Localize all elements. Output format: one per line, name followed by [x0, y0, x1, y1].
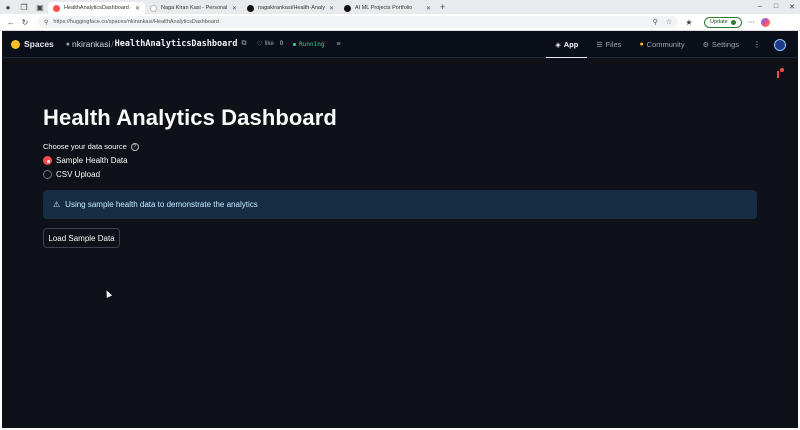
avatar[interactable]: [774, 38, 786, 51]
update-label: Update: [710, 19, 728, 25]
copy-icon[interactable]: ⧉: [242, 40, 247, 48]
page-favicon-icon: [150, 4, 157, 12]
radio-option-sample[interactable]: Sample Health Data: [43, 156, 128, 165]
tab-files[interactable]: ☰ Files: [587, 31, 630, 58]
close-icon[interactable]: ✕: [329, 5, 334, 12]
close-icon[interactable]: ✕: [426, 5, 431, 12]
close-icon[interactable]: ✕: [232, 5, 237, 12]
tab-app[interactable]: ◈ App: [546, 31, 588, 58]
profile-icon[interactable]: ●: [0, 0, 16, 14]
tab-label: Naga Kiran Kasi - Personal Portfo: [161, 5, 228, 11]
tab-label: nagakirankasi/Health-Analytics-D: [258, 5, 325, 11]
gear-icon: ⚙: [702, 41, 709, 49]
page-title: Health Analytics Dashboard: [43, 105, 337, 130]
radio-selected-icon[interactable]: [43, 156, 52, 165]
owner-link[interactable]: nkirankasi: [72, 39, 110, 49]
tab-label: Files: [605, 40, 622, 49]
spaces-logo[interactable]: Spaces: [11, 39, 54, 49]
streamlit-favicon-icon: [53, 4, 60, 12]
data-source-label: Choose your data source ?: [43, 142, 139, 151]
logs-icon[interactable]: ≡: [336, 41, 340, 48]
radio-label: Sample Health Data: [56, 156, 128, 165]
warning-icon: ⚠: [53, 200, 61, 209]
browser-tab-0[interactable]: HealthAnalyticsDashboard - ✕: [48, 2, 145, 14]
user-icon: ●: [65, 40, 71, 48]
browser-address-bar: ← ↻ ⚲ https://huggingface.co/spaces/nkir…: [0, 14, 800, 31]
status-label: Running: [299, 40, 325, 48]
huggingface-logo-icon: [11, 39, 20, 49]
mouse-cursor-icon: [103, 289, 113, 298]
close-window-icon[interactable]: ✕: [784, 3, 800, 11]
window-controls: – □ ✕: [752, 3, 800, 11]
tab-community[interactable]: ● Community: [630, 31, 693, 58]
lock-icon: ⚲: [44, 19, 49, 26]
minimize-icon[interactable]: –: [752, 3, 768, 11]
like-button[interactable]: ♡ like 0: [257, 40, 284, 48]
app-icon: ◈: [555, 41, 561, 49]
update-button[interactable]: Update: [704, 16, 742, 28]
browser-tab-2[interactable]: nagakirankasi/Health-Analytics-D ✕: [242, 2, 339, 14]
url-text: https://huggingface.co/spaces/nkirankasi…: [53, 19, 219, 25]
brand-label: Spaces: [24, 39, 54, 49]
files-icon: ☰: [596, 41, 603, 49]
github-favicon-icon: [247, 4, 254, 12]
info-message: Using sample health data to demonstrate …: [65, 200, 258, 209]
zoom-icon[interactable]: ⚲: [653, 18, 658, 26]
github-favicon-icon: [344, 4, 351, 12]
status-badge: Running: [293, 41, 324, 48]
space-nav: ◈ App ☰ Files ● Community ⚙ Settings ⋮: [546, 31, 798, 58]
info-alert: ⚠ Using sample health data to demonstrat…: [43, 190, 757, 219]
data-source-text: Choose your data source: [43, 142, 127, 151]
running-dot-icon: [293, 42, 297, 46]
refresh-icon[interactable]: ↻: [18, 18, 32, 27]
tab-label: AI ML Projects Portfolio: [355, 5, 413, 11]
collections-icon[interactable]: ❒: [16, 0, 32, 14]
spaces-header: Spaces ● nkirankasi / HealthAnalyticsDas…: [2, 31, 798, 58]
more-options-icon[interactable]: ⋮: [752, 40, 762, 49]
repo-name-link[interactable]: HealthAnalyticsDashboard: [115, 39, 238, 49]
like-count: 0: [279, 41, 284, 47]
favorite-star-icon[interactable]: ☆: [666, 18, 672, 26]
copilot-icon[interactable]: [760, 17, 770, 27]
new-tab-icon[interactable]: +: [440, 2, 445, 12]
heart-icon: ♡: [256, 41, 263, 48]
tab-settings[interactable]: ⚙ Settings: [694, 31, 748, 58]
radio-unselected-icon[interactable]: [43, 170, 52, 179]
maximize-icon[interactable]: □: [768, 3, 784, 11]
radio-label: CSV Upload: [56, 170, 101, 179]
tab-actions-icon[interactable]: ▣: [32, 0, 48, 14]
browser-tab-strip: ● ❒ ▣ HealthAnalyticsDashboard - ✕ Naga …: [0, 0, 800, 14]
tab-label: App: [563, 40, 579, 49]
tab-label: Settings: [711, 40, 739, 49]
like-label: like: [264, 41, 274, 47]
close-icon[interactable]: ✕: [135, 5, 140, 12]
breadcrumb-separator: /: [111, 39, 114, 49]
browser-tab-1[interactable]: Naga Kiran Kasi - Personal Portfo ✕: [145, 2, 242, 14]
load-sample-data-button[interactable]: Load Sample Data: [43, 228, 120, 248]
update-status-icon: [730, 19, 736, 25]
community-icon: ●: [639, 41, 644, 48]
favorites-icon[interactable]: ★: [682, 18, 696, 27]
tab-label: HealthAnalyticsDashboard -: [64, 5, 131, 11]
tab-label: Community: [646, 40, 685, 49]
back-icon[interactable]: ←: [4, 18, 18, 27]
app-container: Health Analytics Dashboard Choose your d…: [2, 58, 798, 428]
browser-tab-3[interactable]: AI ML Projects Portfolio ✕: [339, 2, 436, 14]
help-icon[interactable]: ?: [130, 142, 139, 151]
url-input[interactable]: ⚲ https://huggingface.co/spaces/nkiranka…: [38, 16, 678, 28]
running-status-icon[interactable]: [777, 68, 784, 78]
radio-option-csv[interactable]: CSV Upload: [43, 170, 100, 179]
more-icon[interactable]: ⋯: [748, 18, 755, 26]
repo-breadcrumb: ● nkirankasi / HealthAnalyticsDashboard …: [66, 39, 247, 49]
